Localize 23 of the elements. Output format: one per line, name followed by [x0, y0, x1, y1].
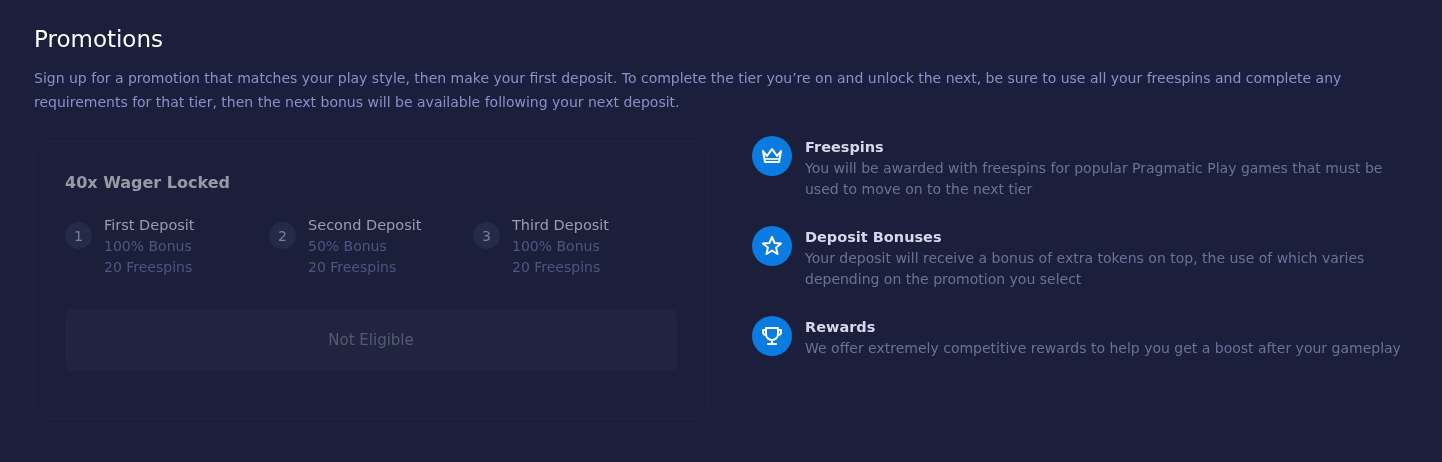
- tier-freespins: 20 Freespins: [104, 258, 194, 277]
- tier-name: First Deposit: [104, 216, 195, 235]
- tier-name: Third Deposit: [512, 216, 610, 235]
- feature-title: Deposit Bonuses: [805, 228, 943, 247]
- tier-freespins: 20 Freespins: [512, 258, 602, 277]
- crown-icon: [752, 136, 792, 176]
- trophy-icon: [752, 316, 792, 356]
- page-title: Promotions: [34, 26, 164, 52]
- tier-freespins: 20 Freespins: [308, 258, 398, 277]
- feature-title: Rewards: [805, 318, 877, 337]
- tier-bonus: 100% Bonus: [104, 237, 193, 256]
- tier-bonus: 50% Bonus: [308, 237, 388, 256]
- feature-description: Your deposit will receive a bonus of extra tokens on top, the use of which varies depending on the promotion you select: [805, 249, 1366, 289]
- tier-name: Second Deposit: [308, 216, 422, 235]
- promotion-title: 40x Wager Locked: [65, 173, 231, 192]
- feature-title: Freespins: [805, 138, 885, 157]
- tier-bonus: 100% Bonus: [512, 237, 601, 256]
- feature-description: We offer extremely competitive rewards to help you get a boost after your gameplay: [805, 339, 1401, 358]
- feature-description: You will be awarded with freespins for popular Pragmatic Play games that must be used to move on to the next tier: [805, 159, 1384, 199]
- tier-number: 2: [269, 222, 296, 249]
- tier-number: 3: [473, 222, 500, 249]
- tier-number: 1: [65, 222, 92, 249]
- page-description: Sign up for a promotion that matches your play style, then make your first deposit. To complete the tier you’re on and unlock the next, be sure to use all your freespins and complete any requirements for that tier, then the next bonus will be available following your next deposit.: [34, 69, 1343, 112]
